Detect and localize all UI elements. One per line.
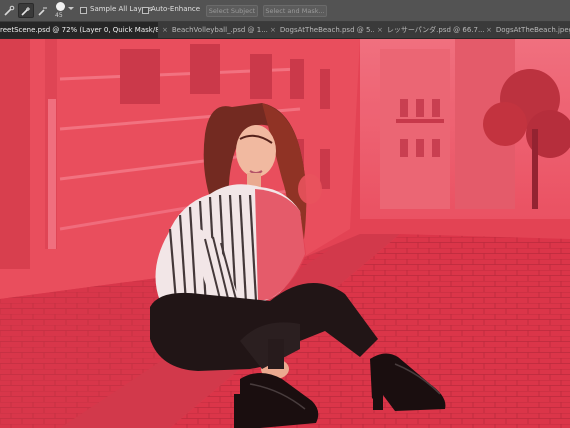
quick-selection-add-icon xyxy=(21,6,30,16)
document-tab-bar: reetScene.psd @ 72% (Layer 0, Quick Mask… xyxy=(0,22,570,39)
tab-close-icon[interactable]: × xyxy=(377,26,383,34)
quick-mask-image xyxy=(0,39,570,428)
tab-dogsatthebeach-psd[interactable]: × DogsAtTheBeach.psd @ 5... xyxy=(270,22,374,38)
options-bar: 45 Sample All Layers Auto-Enhance Select… xyxy=(0,0,570,22)
quick-selection-new-tool-button[interactable] xyxy=(1,3,17,18)
document-canvas[interactable] xyxy=(0,39,570,428)
tab-label: レッサーパンダ.psd @ 66.7... xyxy=(386,26,485,34)
tab-label: BeachVolleyball_.psd @ 1... xyxy=(171,26,268,34)
tab-dogsatthebeach-jpeg[interactable]: × DogsAtTheBeach.jpeg xyxy=(486,22,570,38)
tab-red-panda[interactable]: × レッサーパンダ.psd @ 66.7... xyxy=(377,22,485,38)
quick-selection-subtract-icon xyxy=(38,7,47,16)
tab-label: DogsAtTheBeach.jpeg xyxy=(495,26,570,34)
quick-selection-add-tool-button[interactable] xyxy=(18,3,34,18)
select-and-mask-button[interactable]: Select and Mask... xyxy=(263,5,327,17)
auto-enhance-checkbox[interactable] xyxy=(142,7,149,14)
tab-streetscene[interactable]: reetScene.psd @ 72% (Layer 0, Quick Mask… xyxy=(0,22,158,38)
tab-close-icon[interactable]: × xyxy=(270,26,276,34)
quick-selection-brush-icon xyxy=(4,5,15,16)
quick-selection-subtract-tool-button[interactable] xyxy=(35,3,51,18)
select-subject-button[interactable]: Select Subject xyxy=(206,5,258,17)
auto-enhance-label: Auto-Enhance xyxy=(151,5,201,13)
tab-label: DogsAtTheBeach.psd @ 5... xyxy=(279,26,374,34)
brush-preview-icon[interactable] xyxy=(56,2,65,11)
tab-close-icon[interactable]: × xyxy=(486,26,492,34)
brush-picker-chevron-down-icon[interactable] xyxy=(68,7,74,10)
tab-label: reetScene.psd @ 72% (Layer 0, Quick Mask… xyxy=(0,26,158,34)
sample-all-layers-checkbox[interactable] xyxy=(80,7,87,14)
tab-close-icon[interactable]: × xyxy=(162,26,168,34)
brush-size-value: 45 xyxy=(55,12,63,19)
tab-beachvolleyball[interactable]: × BeachVolleyball_.psd @ 1... xyxy=(162,22,268,38)
